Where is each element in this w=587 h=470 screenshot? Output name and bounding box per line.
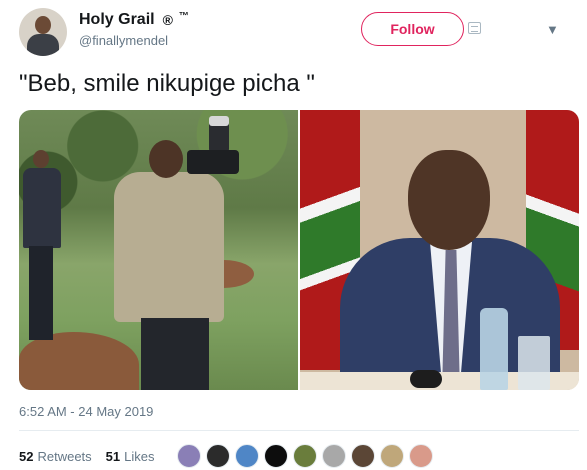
photographer-pants bbox=[141, 318, 209, 390]
background-person-body bbox=[23, 168, 61, 248]
background-person-head bbox=[33, 150, 49, 168]
photographer-shirt bbox=[114, 172, 224, 322]
liker-avatar[interactable] bbox=[409, 444, 433, 468]
follow-badge-icon bbox=[468, 22, 481, 34]
avatar-head bbox=[35, 16, 51, 34]
liker-avatar[interactable] bbox=[322, 444, 346, 468]
photo-right[interactable] bbox=[300, 110, 579, 390]
liker-avatar[interactable] bbox=[235, 444, 259, 468]
liker-avatars bbox=[177, 444, 438, 468]
liker-avatar[interactable] bbox=[264, 444, 288, 468]
liker-avatar[interactable] bbox=[206, 444, 230, 468]
photo-left[interactable] bbox=[19, 110, 298, 390]
seated-person-face bbox=[408, 150, 490, 250]
tweet-timestamp[interactable]: 6:52 AM - 24 May 2019 bbox=[19, 404, 153, 419]
avatar-body bbox=[27, 34, 59, 56]
divider bbox=[19, 430, 579, 431]
trademark-mark: ™ bbox=[178, 10, 189, 22]
water-glass bbox=[518, 336, 550, 390]
tweet-text: "Beb, smile nikupige picha " bbox=[19, 70, 315, 97]
tweet-stats: 52 Retweets 51 Likes bbox=[19, 449, 155, 464]
tweet-card: Holy Grail ® ™ @finallymendel Follow ▼ "… bbox=[0, 0, 587, 470]
background-person bbox=[23, 150, 61, 340]
liker-avatar[interactable] bbox=[380, 444, 404, 468]
liker-avatar[interactable] bbox=[351, 444, 375, 468]
photographer-head bbox=[149, 140, 183, 178]
tweet-media[interactable] bbox=[19, 110, 579, 390]
chevron-down-icon[interactable]: ▼ bbox=[546, 22, 559, 37]
background-person-legs bbox=[29, 246, 53, 340]
camera-body bbox=[187, 150, 239, 174]
likes-label[interactable]: Likes bbox=[124, 449, 154, 464]
follow-button[interactable]: Follow bbox=[361, 12, 464, 46]
author-avatar[interactable] bbox=[19, 8, 67, 56]
author-handle[interactable]: @finallymendel bbox=[79, 33, 168, 48]
retweets-count[interactable]: 52 bbox=[19, 449, 33, 464]
likes-count[interactable]: 51 bbox=[106, 449, 120, 464]
registered-mark: ® bbox=[162, 12, 173, 28]
retweets-label[interactable]: Retweets bbox=[37, 449, 91, 464]
liker-avatar[interactable] bbox=[177, 444, 201, 468]
microphone bbox=[410, 370, 442, 388]
author-display-name[interactable]: Holy Grail bbox=[79, 11, 155, 29]
liker-avatar[interactable] bbox=[293, 444, 317, 468]
author-name-row[interactable]: Holy Grail ® ™ bbox=[79, 10, 189, 30]
water-bottle bbox=[480, 308, 508, 390]
camera-lens-cap bbox=[209, 116, 229, 126]
photographer-figure bbox=[109, 116, 239, 390]
